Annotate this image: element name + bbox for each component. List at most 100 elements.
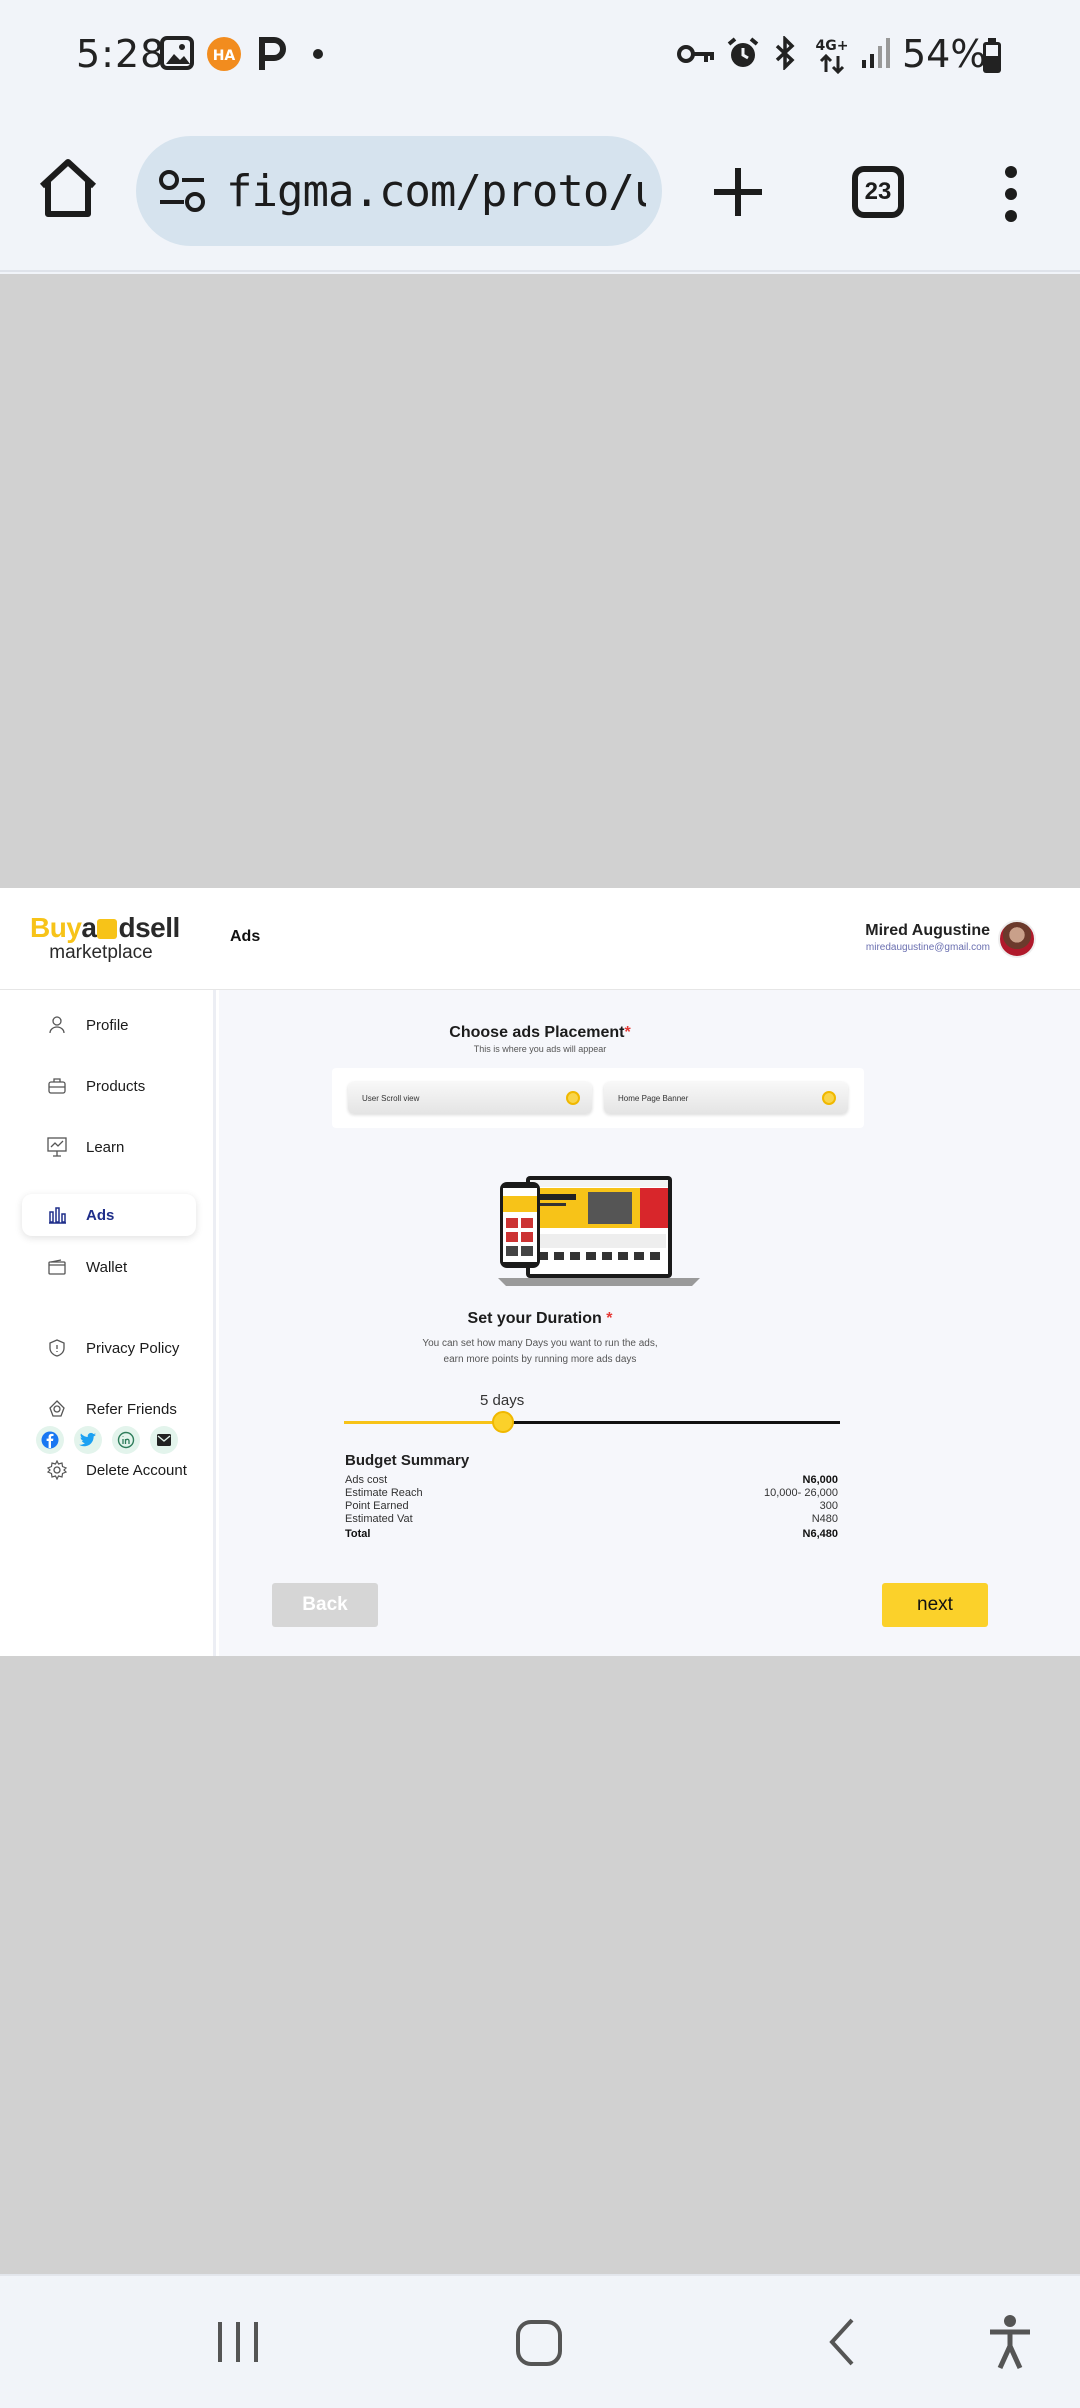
battery-percent: 54% <box>902 32 987 76</box>
required-marker: * <box>624 1024 631 1041</box>
placement-option-scroll-view[interactable]: User Scroll view <box>348 1082 592 1114</box>
tab-switcher-button[interactable]: 23 <box>852 166 904 218</box>
url-text[interactable]: figma.com/proto/uYY <box>226 166 646 217</box>
budget-row-ads-cost: Ads cost N6,000 <box>345 1474 838 1487</box>
budget-row-point-earned: Point Earned 300 <box>345 1500 838 1513</box>
budget-row-estimated-vat: Estimated Vat N480 <box>345 1513 838 1526</box>
budget-value: 10,000- 26,000 <box>763 1487 838 1499</box>
home-nav-icon[interactable] <box>514 2318 564 2368</box>
sidebar-item-label: Ads <box>86 1206 115 1224</box>
sidebar-item-learn[interactable]: Learn <box>22 1126 196 1168</box>
social-links-row <box>36 1426 178 1454</box>
wallet-icon <box>44 1254 70 1280</box>
refer-icon <box>44 1396 70 1422</box>
sidebar-item-label: Products <box>86 1077 146 1095</box>
prototype-canvas-bottom <box>0 1656 1080 2274</box>
battery-icon <box>983 38 1001 73</box>
new-tab-icon[interactable] <box>710 164 766 220</box>
sidebar-item-label: Wallet <box>86 1258 128 1276</box>
budget-label: Ads cost <box>345 1474 388 1486</box>
alarm-icon <box>727 37 759 67</box>
slider-track[interactable] <box>504 1421 840 1424</box>
placement-subtitle: This is where you ads will appear <box>473 1044 607 1054</box>
status-bar: 5:28 HA 4G+ 54% <box>0 0 1080 110</box>
sidebar-item-products[interactable]: Products <box>22 1065 196 1107</box>
recent-apps-icon[interactable] <box>214 2318 262 2366</box>
briefcase-icon <box>44 1073 70 1099</box>
duration-value-label: 5 days <box>480 1392 525 1409</box>
app-header: Buya dsell marketplace Ads Mired Augustin… <box>0 888 1080 990</box>
linkedin-icon[interactable] <box>112 1426 140 1454</box>
facebook-icon[interactable] <box>36 1426 64 1454</box>
next-button[interactable]: next <box>882 1583 988 1627</box>
sidebar-item-label: Learn <box>86 1138 125 1156</box>
user-name: Mired Augustine <box>865 922 990 939</box>
bluetooth-icon <box>775 36 795 70</box>
budget-value: N6,480 <box>802 1528 838 1540</box>
sidebar-item-ads[interactable]: Ads <box>22 1194 196 1236</box>
budget-label: Point Earned <box>345 1500 409 1512</box>
sidebar-item-refer-friends[interactable]: Refer Friends <box>22 1388 196 1430</box>
budget-label: Estimate Reach <box>345 1487 423 1499</box>
logo-dsell: dsell <box>118 912 180 943</box>
vpn-key-icon <box>677 45 714 63</box>
budget-row-estimate-reach: Estimate Reach 10,000- 26,000 <box>345 1487 838 1500</box>
budget-row-total: Total N6,480 <box>345 1528 838 1541</box>
svg-text:HA: HA <box>213 48 236 64</box>
placement-title: Choose ads Placement* <box>0 1024 1080 1042</box>
twitter-icon[interactable] <box>74 1426 102 1454</box>
prototype-frame: Buya dsell marketplace Ads Mired Augustin… <box>0 888 1080 1656</box>
status-time: 5:28 <box>76 32 166 76</box>
logo-subtitle: marketplace <box>49 942 153 963</box>
radio-button[interactable] <box>566 1091 580 1105</box>
placement-options: User Scroll view Home Page Banner <box>332 1068 864 1128</box>
dot-icon <box>313 49 323 59</box>
required-marker: * <box>606 1310 613 1327</box>
home-icon[interactable] <box>36 156 100 220</box>
option-label: User Scroll view <box>362 1094 420 1103</box>
radio-button[interactable] <box>822 1091 836 1105</box>
page-title: Ads <box>230 928 261 945</box>
budget-value: 300 <box>819 1500 838 1512</box>
back-button[interactable]: Back <box>272 1583 378 1627</box>
placement-title-text: Choose ads Placement <box>449 1024 625 1041</box>
more-menu-icon[interactable] <box>996 164 1026 224</box>
site-settings-icon[interactable] <box>158 169 206 213</box>
browser-toolbar: figma.com/proto/uYY 23 <box>0 110 1080 272</box>
budget-title: Budget Summary <box>345 1452 470 1469</box>
logo-buy: Buy <box>30 912 82 943</box>
budget-label: Total <box>345 1528 371 1540</box>
sidebar-item-label: Delete Account <box>86 1461 187 1479</box>
accessibility-icon[interactable] <box>988 2314 1032 2370</box>
system-nav-bar <box>0 2274 1080 2408</box>
option-label: Home Page Banner <box>618 1094 689 1103</box>
url-bar[interactable]: figma.com/proto/uYY <box>136 136 662 246</box>
duration-title: Set your Duration * <box>0 1310 1080 1328</box>
user-email: miredaugustine@gmail.com <box>865 942 990 953</box>
avatar[interactable] <box>998 920 1036 958</box>
budget-value: N480 <box>811 1513 838 1525</box>
logo[interactable]: Buya dsell marketplace <box>30 914 190 964</box>
p-app-icon <box>259 37 286 70</box>
tab-count: 23 <box>864 178 892 205</box>
slider-thumb[interactable] <box>492 1411 514 1433</box>
prototype-canvas-top <box>0 274 1080 888</box>
sidebar-item-label: Refer Friends <box>86 1400 177 1418</box>
signal-icon <box>862 38 890 68</box>
duration-title-text: Set your Duration <box>467 1310 602 1327</box>
network-4g-icon: 4G+ <box>816 38 848 74</box>
budget-label: Estimated Vat <box>345 1513 413 1525</box>
back-nav-icon[interactable] <box>826 2316 858 2368</box>
mail-icon[interactable] <box>150 1426 178 1454</box>
presentation-icon <box>44 1134 70 1160</box>
sidebar-item-delete-account[interactable]: Delete Account <box>22 1449 196 1491</box>
duration-desc-line1: You can set how many Days you want to ru… <box>422 1338 658 1349</box>
placement-option-home-banner[interactable]: Home Page Banner <box>604 1082 848 1114</box>
slider-track-filled[interactable] <box>344 1421 504 1424</box>
gear-icon <box>44 1457 70 1483</box>
duration-desc-line2: earn more points by running more ads day… <box>443 1354 637 1365</box>
logo-a: a <box>81 912 97 943</box>
bag-icon <box>97 919 118 939</box>
sidebar-item-wallet[interactable]: Wallet <box>22 1246 196 1288</box>
device-mockup-image <box>498 1176 700 1286</box>
